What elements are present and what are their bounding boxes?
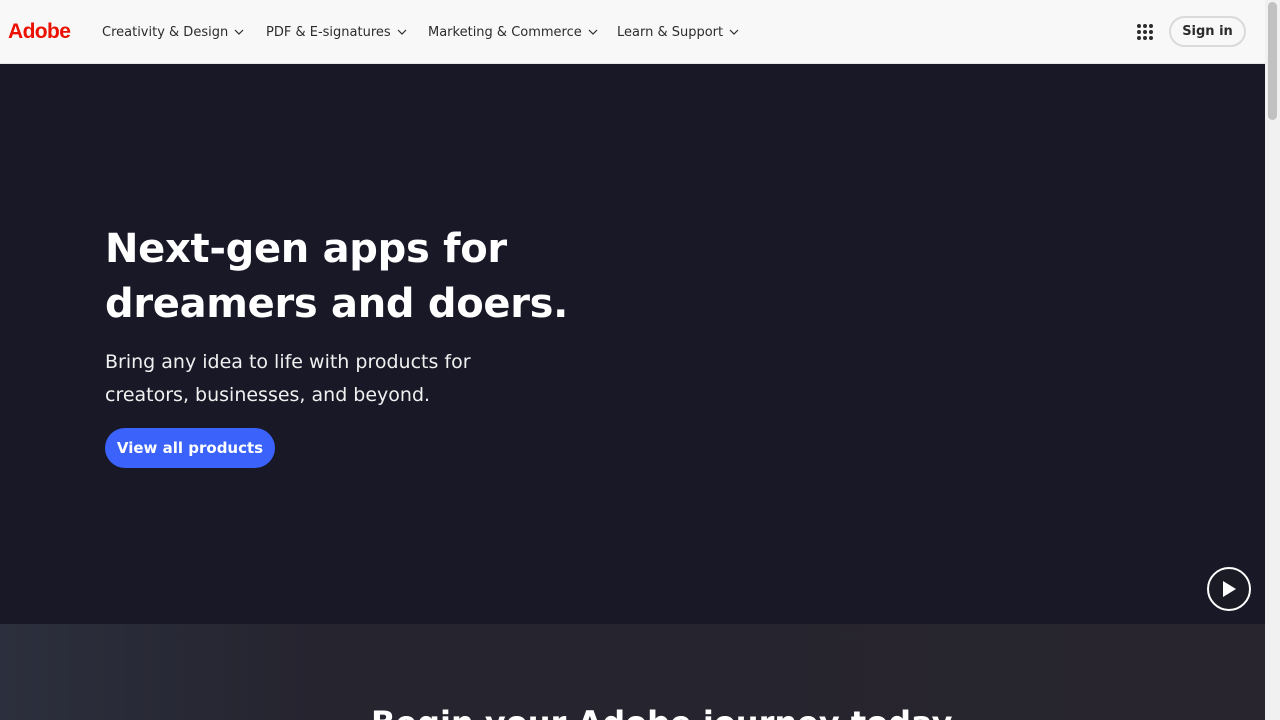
nav-item-label: Learn & Support — [617, 24, 724, 40]
vertical-scrollbar[interactable] — [1265, 0, 1280, 720]
app-grid-icon[interactable] — [1136, 23, 1154, 41]
nav-item-label: PDF & E-signatures — [266, 24, 391, 40]
chevron-down-icon — [729, 29, 739, 35]
journey-section-title: Begin your Adobe journey today. — [371, 704, 971, 720]
play-pause-button[interactable] — [1207, 567, 1251, 611]
nav-item-learn-support[interactable]: Learn & Support — [617, 22, 739, 42]
nav-item-pdf-esignatures[interactable]: PDF & E-signatures — [266, 22, 407, 42]
nav-item-creativity-design[interactable]: Creativity & Design — [102, 22, 244, 42]
chevron-down-icon — [234, 29, 244, 35]
nav-item-label: Marketing & Commerce — [428, 24, 582, 40]
journey-section: Begin your Adobe journey today. — [0, 624, 1265, 720]
nav-item-marketing-commerce[interactable]: Marketing & Commerce — [428, 22, 598, 42]
hero-subtitle: Bring any idea to life with products for… — [105, 351, 471, 406]
view-all-products-button[interactable]: View all products — [105, 428, 275, 468]
nav-item-label: Creativity & Design — [102, 24, 229, 40]
sign-in-button[interactable]: Sign in — [1169, 16, 1246, 47]
adobe-logo-text: Adobe — [8, 20, 71, 43]
hero-title: Next-gen apps for dreamers and doers. — [105, 226, 569, 327]
adobe-logo[interactable]: Adobe — [8, 19, 71, 45]
chevron-down-icon — [588, 29, 598, 35]
page: Adobe Creativity & Design PDF & E-signat… — [0, 0, 1280, 720]
hero-section: Next-gen apps for dreamers and doers. Br… — [0, 64, 1265, 624]
play-icon — [1223, 581, 1236, 597]
scrollbar-thumb[interactable] — [1268, 2, 1277, 120]
global-nav: Adobe Creativity & Design PDF & E-signat… — [0, 0, 1265, 64]
chevron-down-icon — [397, 29, 407, 35]
